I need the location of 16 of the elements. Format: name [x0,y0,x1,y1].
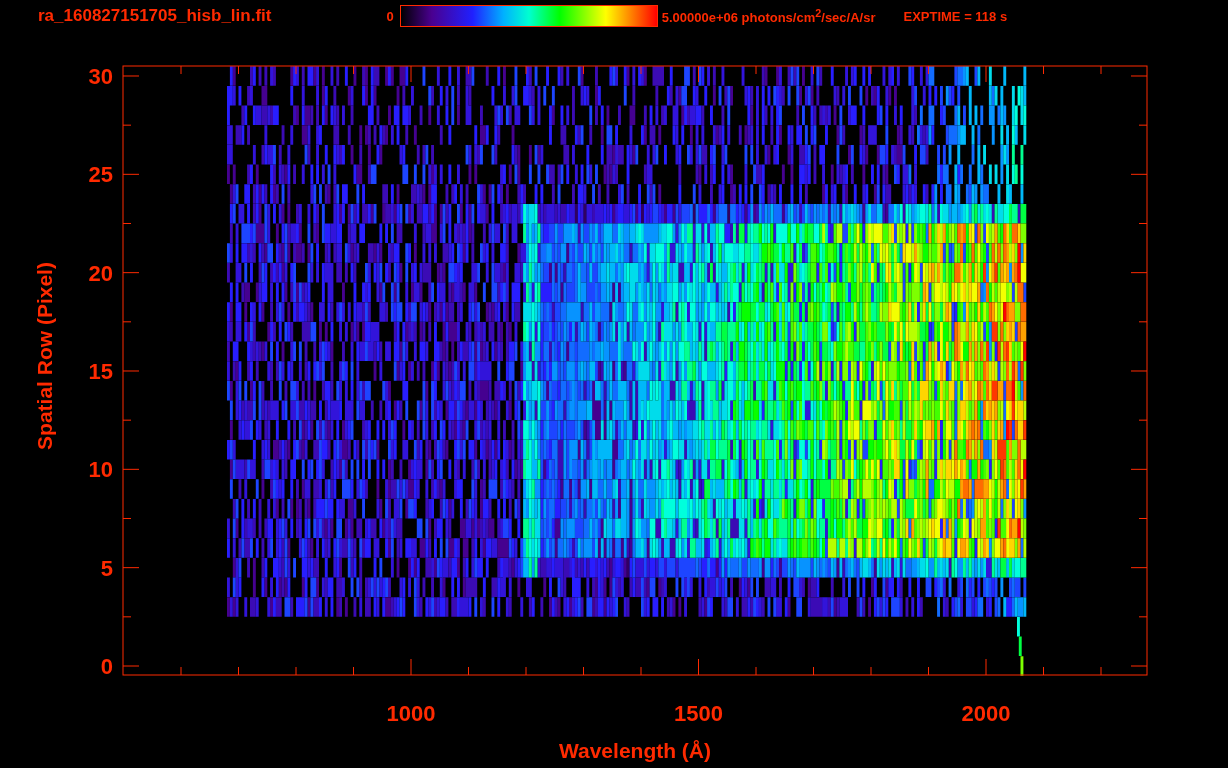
y-tick-label: 5 [100,555,113,581]
colorbar-max-label: 5.00000e+06 photons/cm$^{2}$/sec/A/sr [661,6,876,26]
x-axis-title: Wavelength (Å) [558,739,712,762]
y-tick-label: 25 [88,162,113,188]
y-tick-label: 10 [88,457,113,483]
x-tick-label: 1500 [674,701,723,726]
x-tick-label: 1000 [386,701,436,726]
y-tick-label: 30 [88,64,113,89]
y-tick-label: 20 [88,260,113,286]
y-tick-label: 15 [88,359,113,384]
y-axis-title: Spatial Row (Pixel) [33,262,56,450]
y-tick-label: 0 [100,654,113,679]
colorbar-min-label: 0 [386,8,394,24]
file-name: ra_160827151705_hisb_lin.fit [38,6,272,26]
exposure-time: EXPTIME = 118 s [903,8,1008,24]
x-tick-label: 2000 [961,701,1011,726]
